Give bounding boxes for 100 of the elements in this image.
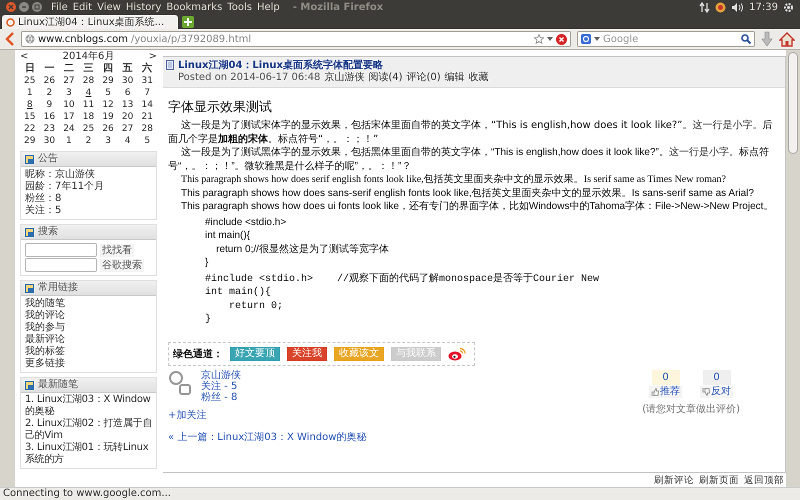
calendar-day-link[interactable]: 8 (20, 99, 40, 111)
article-heading: 字体显示效果测试 (168, 99, 273, 116)
address-field[interactable]: www.cnblogs.com /youxia/p/3792089.html (21, 31, 571, 47)
weibo-icon[interactable] (448, 346, 466, 360)
recent-post-link[interactable]: 1. Linux江湖03：X Window的奥秘 (25, 394, 152, 418)
menu-item[interactable]: History (126, 2, 162, 12)
star-icon[interactable] (534, 34, 544, 44)
follow-link[interactable]: +加关注 (168, 410, 206, 420)
vote-count[interactable]: 0 (702, 370, 731, 384)
minimize-window-icon[interactable] (19, 2, 29, 12)
notification-icon[interactable] (715, 2, 726, 12)
previous-month-link[interactable]: < (20, 51, 28, 63)
calendar-day: 12 (98, 99, 118, 111)
menu-item[interactable]: Help (256, 2, 280, 12)
network-icon[interactable] (699, 2, 710, 12)
paragraph: 这一段是为了测试黑体字的显示效果，包括黑体里面自带的英文字体，“This is english,how does it look like?”。这一行是小字。标点符号“，。：；！”。微软雅黑是什么样子的呢”，。：！”？ (168, 146, 770, 173)
calendar-day: 28 (78, 75, 98, 87)
weekday-label: 日 (24, 63, 36, 75)
footer-link[interactable]: 返回顶部 (744, 475, 784, 487)
calendar-day: 29 (20, 135, 40, 147)
volume-icon[interactable] (731, 2, 744, 12)
clock[interactable]: 17:39 (749, 2, 778, 12)
recent-post-link[interactable]: 3. Linux江湖01：玩转Linux系统的方 (25, 442, 152, 466)
calendar-day: 11 (78, 99, 98, 111)
weekday-label: 五 (122, 63, 134, 75)
maximize-window-icon[interactable] (32, 2, 42, 12)
calendar-day: 24 (59, 123, 79, 135)
calendar-day: 10 (59, 99, 79, 111)
sidebar-link[interactable]: 我的评论 (25, 310, 65, 321)
dropdown-caret-icon[interactable] (547, 37, 553, 41)
search-icon[interactable] (741, 34, 751, 44)
weekday-label: 四 (102, 63, 114, 75)
menu-item[interactable]: File (51, 2, 68, 12)
calendar-day: 30 (118, 75, 138, 87)
calendar-day-link[interactable]: 4 (78, 87, 98, 99)
sidebar-link[interactable]: 我的参与 (25, 322, 65, 333)
calendar-day: 21 (137, 111, 157, 123)
back-icon[interactable] (5, 32, 15, 46)
search-input[interactable] (25, 258, 97, 272)
search-button[interactable]: 找找看 (100, 244, 134, 256)
search-button[interactable]: 谷歌搜索 (100, 258, 144, 272)
calendar-day: 31 (137, 75, 157, 87)
panel-title: 搜索 (38, 226, 58, 238)
calendar-day: 15 (20, 111, 40, 123)
menu-item[interactable]: View (97, 2, 121, 12)
panel-icon (25, 380, 34, 390)
post-meta-link[interactable]: 编辑 (444, 72, 465, 84)
previous-post-link[interactable]: Linux江湖03：X Window的奥秘 (217, 432, 366, 442)
sidebar-link[interactable]: 最新评论 (25, 334, 65, 345)
post-meta-link[interactable]: 评论(0) (406, 72, 441, 84)
panel-title: 最新随笔 (38, 379, 78, 391)
sidebar-link[interactable]: 我的标签 (25, 346, 65, 357)
new-tab-icon[interactable] (182, 16, 194, 28)
vote-button[interactable]: 推荐 (649, 386, 682, 398)
dropdown-caret-icon[interactable] (594, 37, 600, 41)
post-meta-link[interactable]: 收藏 (468, 72, 489, 84)
menu-item[interactable]: Bookmarks (166, 2, 222, 12)
post-meta-link[interactable]: 京山游侠 (324, 72, 364, 84)
profile-line: 园龄：7年11个月 (25, 181, 106, 192)
search-input[interactable] (25, 243, 97, 257)
search-engine-icon[interactable] (581, 34, 591, 44)
globe-icon (25, 34, 35, 44)
author-link[interactable]: 关注 - 5 (201, 380, 238, 392)
download-icon[interactable] (761, 31, 773, 47)
avatar-placeholder-icon (168, 370, 192, 396)
stop-icon[interactable] (556, 34, 567, 44)
sidebar-link[interactable]: 更多链接 (25, 358, 65, 369)
calendar-day: 3 (59, 87, 79, 99)
previous-post-label: « 上一篇： (168, 432, 218, 442)
menu-item[interactable]: Tools (227, 2, 252, 12)
next-month-link[interactable]: > (148, 51, 157, 63)
vote-button[interactable]: 反对 (700, 386, 734, 398)
footer-link[interactable]: 刷新页面 (699, 475, 739, 487)
close-window-icon[interactable] (6, 2, 16, 12)
share-label: 绿色通道： (173, 348, 223, 360)
profile-line: 关注：5 (25, 205, 62, 217)
vote-count[interactable]: 0 (652, 370, 680, 384)
browser-tab[interactable]: Linux江湖04：Linux桌面系统... (2, 15, 178, 29)
post-meta-link[interactable]: 阅读(4) (368, 72, 403, 84)
share-button[interactable]: 关注我 (287, 346, 327, 360)
menu-item[interactable]: Edit (72, 2, 92, 12)
calendar-day: 4 (118, 135, 138, 147)
calendar-day: 13 (118, 99, 138, 111)
author-link[interactable]: 粉丝 - 8 (201, 392, 238, 402)
calendar-day: 2 (78, 135, 98, 147)
settings-icon[interactable] (783, 2, 794, 12)
recent-post-link[interactable]: 2. Linux江湖02：打造属于自己的Vim (25, 418, 152, 442)
calendar-day: 20 (118, 111, 138, 123)
code-line: #include <stdio.h> (205, 216, 288, 229)
scrollbar[interactable] (786, 50, 800, 487)
calendar-day: 29 (98, 75, 118, 87)
panel-icon (25, 228, 34, 236)
author-link[interactable]: 京山游侠 (201, 370, 241, 380)
weekday-label: 一 (43, 63, 56, 75)
home-icon[interactable] (779, 32, 795, 46)
post-title-link[interactable]: Linux江湖04：Linux桌面系统字体配置要略 (178, 60, 489, 72)
sidebar-link[interactable]: 我的随笔 (25, 298, 65, 309)
calendar-day: 3 (98, 135, 118, 147)
footer-link[interactable]: 刷新评论 (654, 475, 694, 487)
calendar-day: 18 (78, 111, 98, 123)
